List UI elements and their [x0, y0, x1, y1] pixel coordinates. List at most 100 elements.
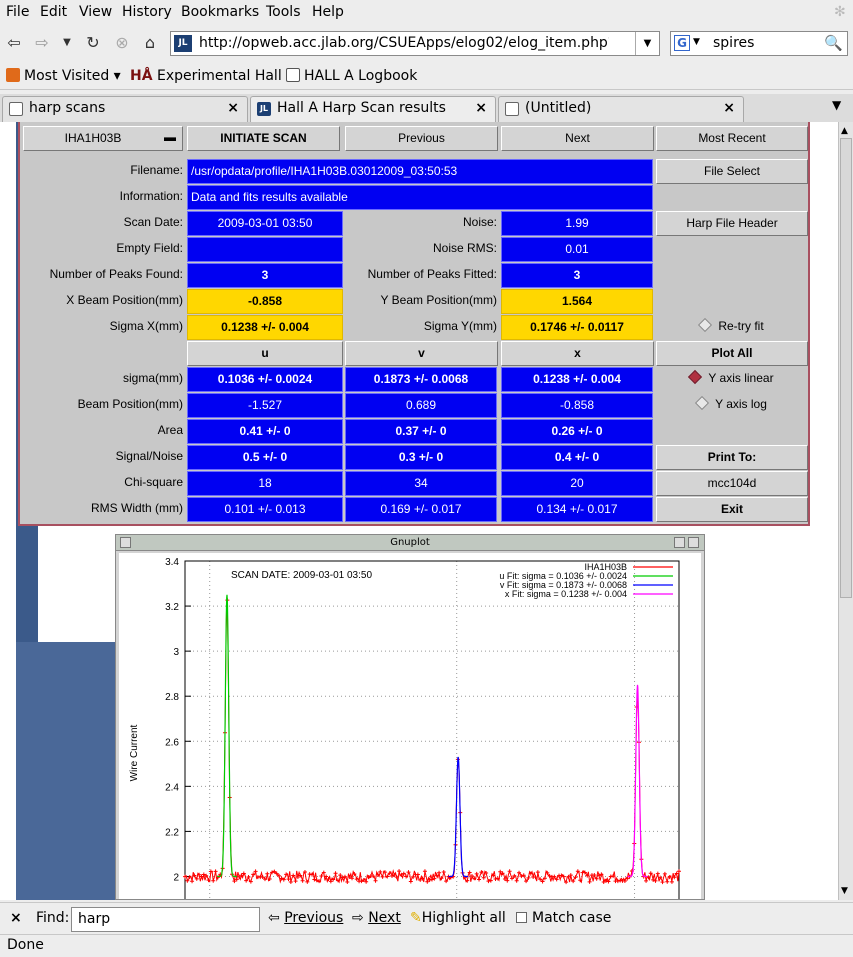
menu-dash-icon: ▬ [164, 130, 176, 144]
plot-all-button[interactable]: Plot All [656, 341, 808, 366]
plot-background [119, 553, 701, 899]
noise-label: Noise: [462, 215, 497, 229]
find-next-button[interactable]: ⇨ Next [352, 910, 401, 926]
highlight-all-button[interactable]: ✎Highlight all [410, 910, 506, 926]
exit-button[interactable]: Exit [656, 497, 808, 522]
table-cell: 0.101 +/- 0.013 [187, 497, 343, 522]
checkbox-icon [516, 912, 527, 923]
next-button[interactable]: Next [501, 126, 654, 151]
back-icon[interactable]: ⇦ [5, 34, 23, 52]
menu-bookmarks[interactable]: Bookmarks [181, 4, 259, 20]
y-axis-log-option[interactable]: Y axis log [656, 393, 808, 418]
peaks-found-field: 3 [187, 263, 343, 288]
scan-date-annotation: SCAN DATE: 2009-03-01 03:50 [231, 570, 372, 581]
menu-tools[interactable]: Tools [266, 4, 301, 20]
previous-arrow-icon: ⇦ [268, 910, 280, 926]
y-axis-linear-option[interactable]: Y axis linear [656, 367, 808, 392]
url-text[interactable]: http://opweb.acc.jlab.org/CSUEApps/elog0… [199, 35, 609, 51]
reload-icon[interactable]: ↻ [84, 34, 102, 52]
tab-untitled[interactable]: (Untitled) × [498, 96, 744, 122]
sigma-y-label: Sigma Y(mm) [423, 319, 497, 333]
y-tick-label: 2.2 [165, 827, 179, 838]
tab-harp-scan-results[interactable]: JL Hall A Harp Scan results × [250, 96, 496, 122]
empty-field-label: Empty Field: [116, 241, 183, 255]
search-bar[interactable]: G ▼ spires 🔍 [670, 31, 848, 56]
page-icon [286, 68, 300, 82]
noise-field: 1.99 [501, 211, 653, 236]
page-icon [505, 102, 519, 116]
table-cell: 20 [501, 471, 653, 496]
tab-list-dropdown-icon[interactable]: ▼ [832, 98, 841, 112]
printer-field[interactable]: mcc104d [656, 471, 808, 496]
url-bar[interactable]: JL http://opweb.acc.jlab.org/CSUEApps/el… [170, 31, 800, 56]
scan-date-label: Scan Date: [123, 215, 183, 229]
match-case-checkbox[interactable]: Match case [516, 910, 611, 926]
peaks-found-label: Number of Peaks Found: [49, 267, 183, 281]
search-engine-dropdown-icon[interactable]: ▼ [693, 37, 700, 47]
most-recent-button[interactable]: Most Recent [656, 126, 808, 151]
harp-scan-window: IHA1H03B ▬ INITIATE SCAN Previous Next Mo… [18, 122, 810, 526]
y-tick-label: 2.8 [165, 692, 179, 703]
window-menu-icon[interactable] [120, 537, 131, 548]
bookmarks-toolbar: Most Visited ▾ HÅ Experimental Hall A HA… [0, 62, 853, 90]
menu-bar: File Edit View History Bookmarks Tools H… [0, 0, 853, 26]
retry-fit-option[interactable]: Re-try fit [656, 315, 808, 340]
home-icon[interactable]: ⌂ [141, 34, 159, 52]
previous-button[interactable]: Previous [345, 126, 498, 151]
scrollbar-thumb[interactable] [840, 138, 852, 598]
x-beam-position-field: -0.858 [187, 289, 343, 314]
table-cell: -0.858 [501, 393, 653, 418]
column-u-button[interactable]: u [187, 341, 343, 366]
vertical-scrollbar[interactable]: ▲ ▼ [838, 122, 853, 900]
find-previous-button[interactable]: ⇦ Previous [268, 910, 343, 926]
bookmark-experimental-hall-a[interactable]: HÅ Experimental Hall A [130, 68, 296, 84]
column-v-button[interactable]: v [345, 341, 498, 366]
history-dropdown-icon[interactable]: ▼ [58, 34, 76, 52]
status-text: Done [7, 937, 44, 953]
forward-icon[interactable]: ⇨ [33, 34, 51, 52]
initiate-scan-button[interactable]: INITIATE SCAN [187, 126, 340, 151]
menu-view[interactable]: View [79, 4, 112, 20]
find-label: Find: [36, 910, 70, 926]
table-cell: 0.134 +/- 0.017 [501, 497, 653, 522]
radio-icon [695, 395, 710, 411]
file-select-button[interactable]: File Select [656, 159, 808, 184]
y-tick-label: 2 [173, 872, 179, 883]
google-icon[interactable]: G [674, 35, 690, 51]
device-select[interactable]: IHA1H03B ▬ [23, 126, 183, 151]
search-icon[interactable]: 🔍 [824, 34, 843, 52]
stop-icon[interactable]: ⊗ [113, 34, 131, 52]
url-dropdown-icon[interactable]: ▼ [635, 32, 659, 55]
close-tab-icon[interactable]: × [723, 100, 735, 116]
harp-file-header-button[interactable]: Harp File Header [656, 211, 808, 236]
bookmark-most-visited[interactable]: Most Visited ▾ [6, 68, 121, 84]
gnuplot-title-bar: Gnuplot [116, 535, 704, 551]
close-tab-icon[interactable]: × [227, 100, 239, 116]
menu-history[interactable]: History [122, 4, 172, 20]
y-tick-label: 2.6 [165, 737, 179, 748]
noise-rms-label: Noise RMS: [432, 241, 497, 255]
scroll-up-icon[interactable]: ▲ [841, 126, 848, 136]
print-to-button[interactable]: Print To: [656, 445, 808, 470]
minimize-icon[interactable] [674, 537, 685, 548]
maximize-icon[interactable] [688, 537, 699, 548]
table-cell: 0.169 +/- 0.017 [345, 497, 497, 522]
menu-help[interactable]: Help [312, 4, 344, 20]
wire-current-plot: 3.4 3.2 3 2.8 2.6 2.4 2.2 2 Wire Current SCAN D… [119, 553, 701, 899]
beam-position-label: Beam Position(mm) [77, 397, 183, 411]
bookmark-hall-a-logbook[interactable]: HALL A Logbook [286, 68, 417, 84]
close-find-icon[interactable]: × [10, 910, 22, 926]
find-input[interactable]: harp [71, 907, 260, 932]
search-input[interactable]: spires [713, 35, 754, 51]
menu-file[interactable]: File [6, 4, 29, 20]
tab-harp-scans[interactable]: harp scans × [2, 96, 248, 122]
column-x-button[interactable]: x [501, 341, 654, 366]
table-cell: 0.4 +/- 0 [501, 445, 653, 470]
close-tab-icon[interactable]: × [475, 100, 487, 116]
x-beam-position-label: X Beam Position(mm) [66, 293, 183, 307]
menu-edit[interactable]: Edit [40, 4, 67, 20]
sigma-x-label: Sigma X(mm) [109, 319, 183, 333]
information-field: Data and fits results available [187, 185, 653, 210]
y-axis-label: Wire Current [129, 724, 140, 781]
scroll-down-icon[interactable]: ▼ [841, 886, 848, 896]
